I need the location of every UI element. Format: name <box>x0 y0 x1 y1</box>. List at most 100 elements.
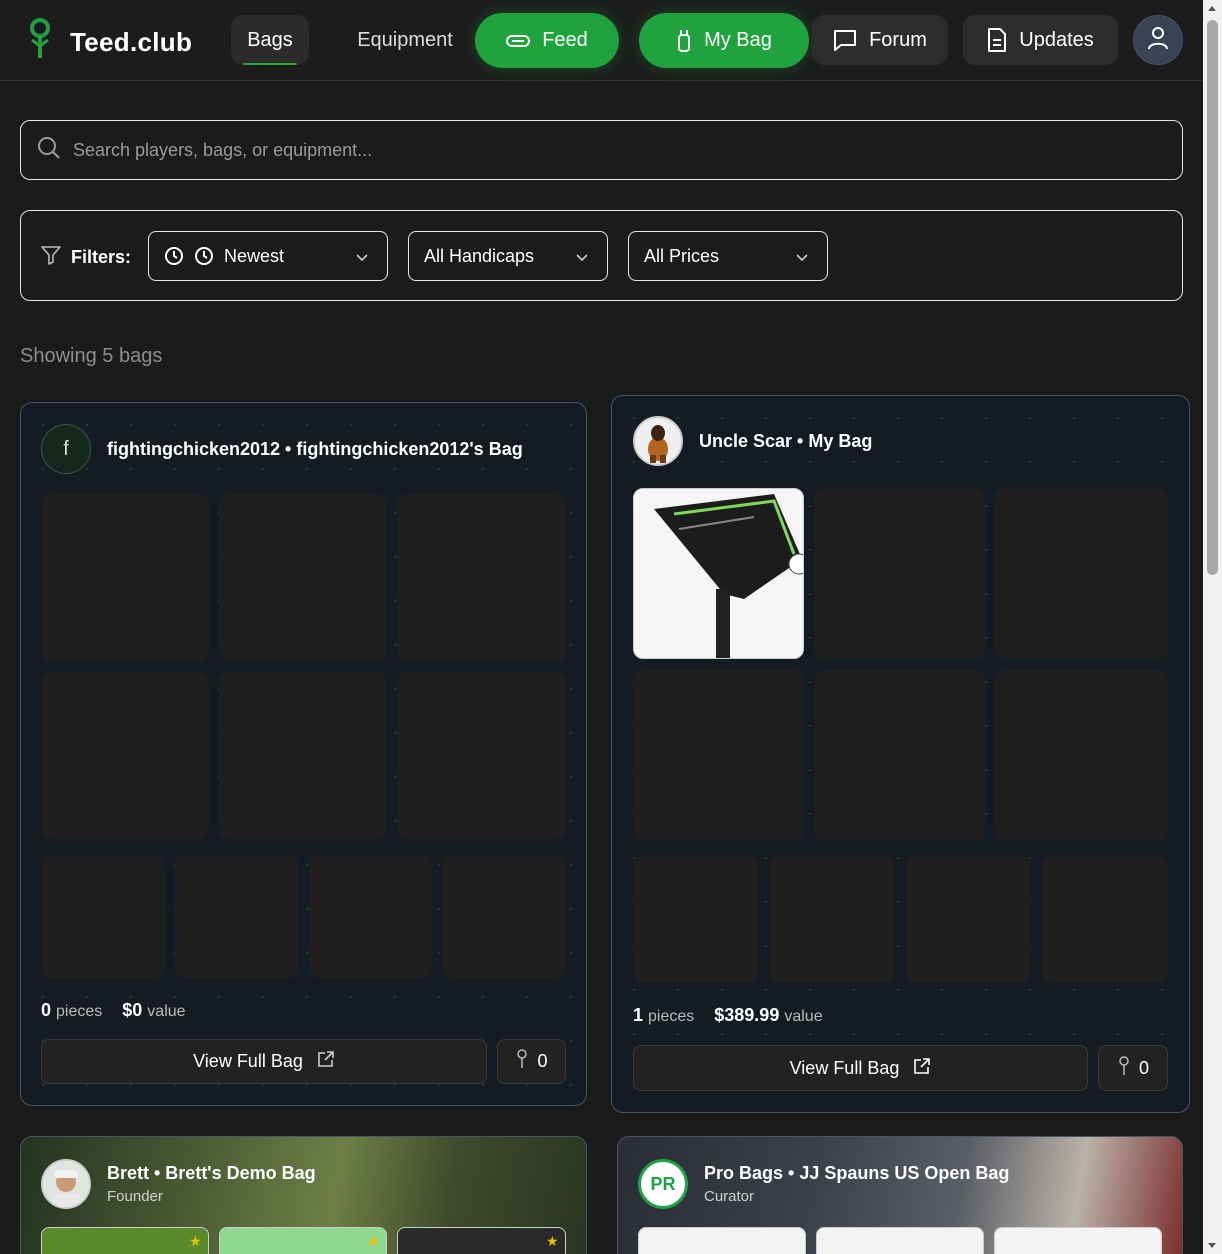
equipment-slot <box>219 494 387 661</box>
card-title[interactable]: Pro Bags • JJ Spauns US Open Bag <box>704 1163 1009 1184</box>
page-scrollbar[interactable] <box>1203 0 1222 1254</box>
scroll-up-arrow[interactable] <box>1208 6 1216 11</box>
equipment-slot <box>175 855 299 978</box>
filters-panel: Filters: Newest All Handicaps All Prices <box>20 210 1183 301</box>
equipment-slot <box>814 488 985 659</box>
equipment-thumb[interactable] <box>219 1227 387 1254</box>
bag-card[interactable]: PR Pro Bags • JJ Spauns US Open Bag Cura… <box>617 1136 1183 1254</box>
tee-count: 0 <box>1138 1057 1149 1078</box>
chevron-down-icon <box>355 249 369 270</box>
equipment-slot <box>769 856 895 982</box>
card-title[interactable]: Brett • Brett's Demo Bag <box>107 1163 316 1184</box>
tee-icon <box>1117 1055 1139 1081</box>
star-icon: ★ <box>546 1233 559 1249</box>
nav-equipment-label: Equipment <box>357 28 453 51</box>
equipment-slot <box>309 855 432 978</box>
bag-card[interactable]: f fightingchicken2012 • fightingchicken2… <box>20 402 587 1106</box>
star-icon: ★ <box>367 1233 380 1249</box>
price-value: All Prices <box>644 245 720 266</box>
external-link-icon <box>303 1050 335 1073</box>
sort-select[interactable]: Newest <box>148 231 388 281</box>
price-select[interactable]: All Prices <box>628 231 828 281</box>
pro-bags-logo[interactable]: PR <box>638 1159 688 1209</box>
avatar[interactable] <box>633 416 683 466</box>
equipment-slot <box>41 855 165 978</box>
bag-icon <box>676 29 692 53</box>
search-box <box>20 120 1183 180</box>
pieces-label: pieces <box>648 1008 695 1025</box>
equipment-thumb[interactable] <box>397 1227 566 1254</box>
bag-stats: 0 pieces $0 value <box>41 1000 206 1021</box>
golf-ball-icon <box>506 33 531 49</box>
nav-forum[interactable]: Forum <box>812 15 948 65</box>
scroll-down-arrow[interactable] <box>1208 1243 1216 1248</box>
clock-icon <box>194 246 214 266</box>
handicap-select[interactable]: All Handicaps <box>408 231 608 281</box>
chevron-down-icon <box>795 249 809 270</box>
view-full-bag-label: View Full Bag <box>789 1057 900 1078</box>
equipment-slot <box>995 670 1168 841</box>
handicap-value: All Handicaps <box>424 245 535 266</box>
top-navigation-bar: Teed.club Bags Equipment Feed My Bag For… <box>0 0 1203 81</box>
nav-feed-label: Feed <box>542 29 588 51</box>
equipment-slot <box>442 855 566 978</box>
equipment-slot <box>995 488 1168 659</box>
equipment-thumb[interactable] <box>41 1227 209 1254</box>
card-header: Uncle Scar • My Bag <box>633 416 872 466</box>
view-full-bag-label: View Full Bag <box>193 1051 303 1071</box>
card-subtitle: Founder <box>107 1188 163 1205</box>
nav-equipment[interactable]: Equipment <box>340 15 470 65</box>
equipment-slot <box>814 670 985 841</box>
card-title[interactable]: fightingchicken2012 • fightingchicken201… <box>107 439 523 460</box>
active-underline <box>243 63 297 65</box>
nav-bags-label: Bags <box>247 28 293 51</box>
nav-updates-label: Updates <box>1019 28 1094 51</box>
equipment-thumb[interactable] <box>816 1227 984 1254</box>
equipment-thumb[interactable] <box>638 1227 806 1254</box>
equipment-slot <box>219 672 387 839</box>
equipment-slot <box>905 856 1031 982</box>
chevron-down-icon <box>575 249 589 270</box>
app-name: Teed.club <box>70 27 193 57</box>
search-input[interactable] <box>73 139 1073 161</box>
tee-button[interactable]: 0 <box>1098 1045 1168 1091</box>
avatar[interactable] <box>41 1159 91 1209</box>
nav-my-bag[interactable]: My Bag <box>639 13 809 68</box>
driver-image <box>634 489 803 658</box>
equipment-thumb[interactable] <box>994 1227 1162 1254</box>
value-label: value <box>784 1008 823 1025</box>
logo-text: PR <box>650 1173 676 1194</box>
nav-my-bag-label: My Bag <box>704 29 772 51</box>
star-icon: ★ <box>189 1233 202 1249</box>
pieces-count: 1 <box>633 1005 644 1025</box>
document-icon <box>987 28 1007 52</box>
card-header: f fightingchicken2012 • fightingchicken2… <box>41 424 523 474</box>
scroll-thumb[interactable] <box>1207 20 1218 575</box>
avatar[interactable]: f <box>41 424 91 474</box>
bag-stats: 1 pieces $389.99 value <box>633 1005 843 1026</box>
bag-card[interactable]: Brett • Brett's Demo Bag Founder ★ ★ ★ <box>20 1136 587 1254</box>
nav-updates[interactable]: Updates <box>963 15 1118 65</box>
equipment-slot <box>41 494 209 661</box>
nav-feed[interactable]: Feed <box>475 13 619 68</box>
equipment-slot <box>41 672 209 839</box>
search-icon <box>21 136 61 165</box>
card-header: PR Pro Bags • JJ Spauns US Open Bag Cura… <box>638 1159 1009 1209</box>
sort-value: Newest <box>224 245 285 266</box>
card-title[interactable]: Uncle Scar • My Bag <box>699 431 872 452</box>
pieces-count: 0 <box>41 1000 52 1020</box>
equipment-slot[interactable] <box>633 488 804 659</box>
nav-bags[interactable]: Bags <box>231 15 309 65</box>
tee-icon <box>515 1049 537 1074</box>
view-full-bag-button[interactable]: View Full Bag <box>633 1045 1088 1091</box>
card-header: Brett • Brett's Demo Bag Founder <box>41 1159 316 1209</box>
user-menu-button[interactable] <box>1133 15 1183 65</box>
logo[interactable]: Teed.club <box>26 18 192 67</box>
avatar-letter: f <box>63 437 69 460</box>
filters-label-text: Filters: <box>71 247 132 267</box>
filter-icon <box>41 245 71 270</box>
equipment-slot <box>633 856 759 982</box>
bag-card[interactable]: Uncle Scar • My Bag 1 pieces $389.99 value… <box>611 395 1190 1113</box>
view-full-bag-button[interactable]: View Full Bag <box>41 1039 487 1084</box>
tee-button[interactable]: 0 <box>497 1039 566 1084</box>
